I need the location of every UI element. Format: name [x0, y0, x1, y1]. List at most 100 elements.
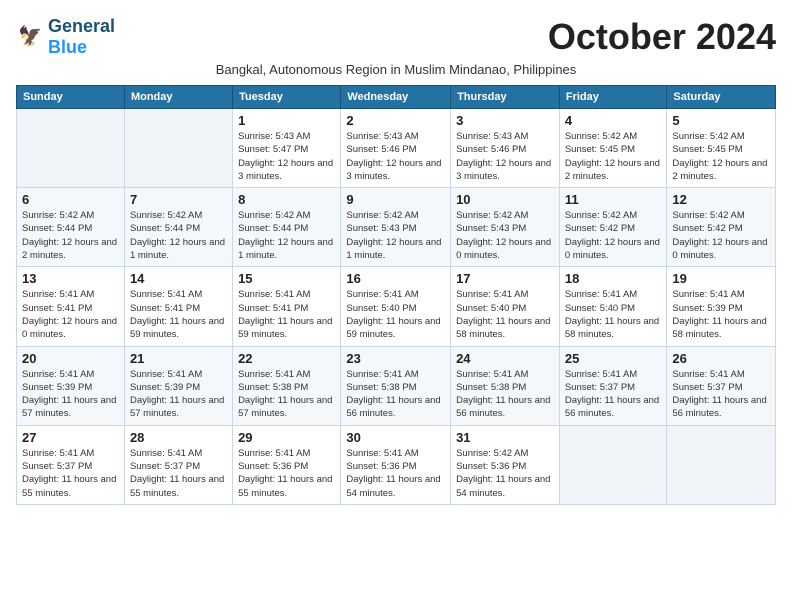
day-info: Sunrise: 5:41 AMSunset: 5:40 PMDaylight:…	[565, 288, 662, 341]
calendar-cell: 1 Sunrise: 5:43 AMSunset: 5:47 PMDaylight…	[233, 109, 341, 188]
day-header-tuesday: Tuesday	[233, 86, 341, 109]
day-info: Sunrise: 5:41 AMSunset: 5:36 PMDaylight:…	[238, 447, 335, 500]
header-row: SundayMondayTuesdayWednesdayThursdayFrid…	[17, 86, 776, 109]
calendar-cell: 15Sunrise: 5:41 AMSunset: 5:41 PMDayligh…	[233, 267, 341, 346]
calendar-cell: 7Sunrise: 5:42 AMSunset: 5:44 PMDaylight…	[124, 188, 232, 267]
calendar-cell: 18 Sunrise: 5:41 AMSunset: 5:40 PMDayligh…	[559, 267, 667, 346]
day-number: 5	[672, 113, 770, 128]
day-info: Sunrise: 5:41 AMSunset: 5:41 PMDaylight:…	[130, 288, 227, 341]
day-number: 6	[22, 192, 119, 207]
logo-icon: 🦅	[18, 25, 48, 49]
logo-blue-text: Blue	[48, 37, 87, 57]
svg-text:🦅: 🦅	[18, 25, 42, 47]
day-info: Sunrise: 5:42 AMSunset: 5:43 PMDaylight:…	[456, 209, 554, 262]
calendar-cell: 12Sunrise: 5:42 AMSunset: 5:42 PMDayligh…	[667, 188, 776, 267]
calendar-cell: 25 Sunrise: 5:41 AMSunset: 5:37 PMDayligh…	[559, 346, 667, 425]
day-number: 11	[565, 192, 662, 207]
day-number: 18	[565, 271, 662, 286]
day-info: Sunrise: 5:42 AMSunset: 5:45 PMDaylight:…	[565, 130, 662, 183]
week-row-4: 20 Sunrise: 5:41 AMSunset: 5:39 PMDayligh…	[17, 346, 776, 425]
calendar-cell: 22 Sunrise: 5:41 AMSunset: 5:38 PMDayligh…	[233, 346, 341, 425]
day-info: Sunrise: 5:41 AMSunset: 5:37 PMDaylight:…	[565, 368, 662, 421]
day-number: 24	[456, 351, 554, 366]
calendar-cell: 17 Sunrise: 5:41 AMSunset: 5:40 PMDayligh…	[451, 267, 560, 346]
logo: 🦅 General Blue	[16, 16, 115, 58]
calendar-cell: 3 Sunrise: 5:43 AMSunset: 5:46 PMDaylight…	[451, 109, 560, 188]
day-info: Sunrise: 5:43 AMSunset: 5:46 PMDaylight:…	[456, 130, 554, 183]
calendar-table: SundayMondayTuesdayWednesdayThursdayFrid…	[16, 85, 776, 505]
calendar-cell: 5 Sunrise: 5:42 AMSunset: 5:45 PMDaylight…	[667, 109, 776, 188]
day-number: 21	[130, 351, 227, 366]
month-title: October 2024	[548, 16, 776, 58]
day-number: 26	[672, 351, 770, 366]
calendar-cell: 9 Sunrise: 5:42 AMSunset: 5:43 PMDaylight…	[341, 188, 451, 267]
day-number: 15	[238, 271, 335, 286]
day-number: 17	[456, 271, 554, 286]
calendar-cell: 30 Sunrise: 5:41 AMSunset: 5:36 PMDayligh…	[341, 425, 451, 504]
calendar-cell: 19Sunrise: 5:41 AMSunset: 5:39 PMDayligh…	[667, 267, 776, 346]
day-header-friday: Friday	[559, 86, 667, 109]
calendar-cell	[124, 109, 232, 188]
day-number: 7	[130, 192, 227, 207]
logo-general-text: General	[48, 16, 115, 36]
day-number: 29	[238, 430, 335, 445]
day-info: Sunrise: 5:41 AMSunset: 5:38 PMDaylight:…	[346, 368, 445, 421]
day-number: 23	[346, 351, 445, 366]
day-number: 14	[130, 271, 227, 286]
calendar-cell: 13Sunrise: 5:41 AMSunset: 5:41 PMDayligh…	[17, 267, 125, 346]
day-info: Sunrise: 5:41 AMSunset: 5:41 PMDaylight:…	[22, 288, 119, 341]
day-info: Sunrise: 5:41 AMSunset: 5:39 PMDaylight:…	[22, 368, 119, 421]
week-row-2: 6 Sunrise: 5:42 AMSunset: 5:44 PMDaylight…	[17, 188, 776, 267]
day-info: Sunrise: 5:41 AMSunset: 5:37 PMDaylight:…	[672, 368, 770, 421]
calendar-cell: 29 Sunrise: 5:41 AMSunset: 5:36 PMDayligh…	[233, 425, 341, 504]
day-header-thursday: Thursday	[451, 86, 560, 109]
day-number: 31	[456, 430, 554, 445]
day-info: Sunrise: 5:42 AMSunset: 5:43 PMDaylight:…	[346, 209, 445, 262]
day-number: 4	[565, 113, 662, 128]
day-info: Sunrise: 5:42 AMSunset: 5:42 PMDaylight:…	[565, 209, 662, 262]
day-info: Sunrise: 5:42 AMSunset: 5:44 PMDaylight:…	[22, 209, 119, 262]
day-number: 2	[346, 113, 445, 128]
day-number: 30	[346, 430, 445, 445]
calendar-cell	[667, 425, 776, 504]
calendar-cell: 28Sunrise: 5:41 AMSunset: 5:37 PMDayligh…	[124, 425, 232, 504]
day-number: 9	[346, 192, 445, 207]
day-number: 20	[22, 351, 119, 366]
day-info: Sunrise: 5:41 AMSunset: 5:40 PMDaylight:…	[456, 288, 554, 341]
calendar-cell: 31 Sunrise: 5:42 AMSunset: 5:36 PMDayligh…	[451, 425, 560, 504]
calendar-cell: 4 Sunrise: 5:42 AMSunset: 5:45 PMDaylight…	[559, 109, 667, 188]
calendar-cell: 10 Sunrise: 5:42 AMSunset: 5:43 PMDayligh…	[451, 188, 560, 267]
subtitle: Bangkal, Autonomous Region in Muslim Min…	[16, 62, 776, 77]
calendar-cell: 26 Sunrise: 5:41 AMSunset: 5:37 PMDayligh…	[667, 346, 776, 425]
calendar-cell: 8Sunrise: 5:42 AMSunset: 5:44 PMDaylight…	[233, 188, 341, 267]
week-row-5: 27Sunrise: 5:41 AMSunset: 5:37 PMDayligh…	[17, 425, 776, 504]
day-info: Sunrise: 5:43 AMSunset: 5:47 PMDaylight:…	[238, 130, 335, 183]
day-info: Sunrise: 5:41 AMSunset: 5:36 PMDaylight:…	[346, 447, 445, 500]
day-header-saturday: Saturday	[667, 86, 776, 109]
day-number: 3	[456, 113, 554, 128]
calendar-cell: 20 Sunrise: 5:41 AMSunset: 5:39 PMDayligh…	[17, 346, 125, 425]
day-info: Sunrise: 5:42 AMSunset: 5:45 PMDaylight:…	[672, 130, 770, 183]
day-info: Sunrise: 5:41 AMSunset: 5:38 PMDaylight:…	[456, 368, 554, 421]
day-number: 22	[238, 351, 335, 366]
day-number: 10	[456, 192, 554, 207]
day-info: Sunrise: 5:43 AMSunset: 5:46 PMDaylight:…	[346, 130, 445, 183]
week-row-1: 1 Sunrise: 5:43 AMSunset: 5:47 PMDaylight…	[17, 109, 776, 188]
day-info: Sunrise: 5:42 AMSunset: 5:36 PMDaylight:…	[456, 447, 554, 500]
day-info: Sunrise: 5:41 AMSunset: 5:39 PMDaylight:…	[130, 368, 227, 421]
calendar-cell: 27Sunrise: 5:41 AMSunset: 5:37 PMDayligh…	[17, 425, 125, 504]
day-number: 27	[22, 430, 119, 445]
calendar-cell: 14 Sunrise: 5:41 AMSunset: 5:41 PMDayligh…	[124, 267, 232, 346]
calendar-cell: 11 Sunrise: 5:42 AMSunset: 5:42 PMDayligh…	[559, 188, 667, 267]
calendar-cell: 6 Sunrise: 5:42 AMSunset: 5:44 PMDaylight…	[17, 188, 125, 267]
header: 🦅 General Blue October 2024	[16, 16, 776, 58]
day-header-wednesday: Wednesday	[341, 86, 451, 109]
calendar-cell: 24 Sunrise: 5:41 AMSunset: 5:38 PMDayligh…	[451, 346, 560, 425]
calendar-cell	[17, 109, 125, 188]
day-number: 25	[565, 351, 662, 366]
day-info: Sunrise: 5:41 AMSunset: 5:38 PMDaylight:…	[238, 368, 335, 421]
day-number: 28	[130, 430, 227, 445]
day-number: 12	[672, 192, 770, 207]
day-number: 1	[238, 113, 335, 128]
day-header-monday: Monday	[124, 86, 232, 109]
